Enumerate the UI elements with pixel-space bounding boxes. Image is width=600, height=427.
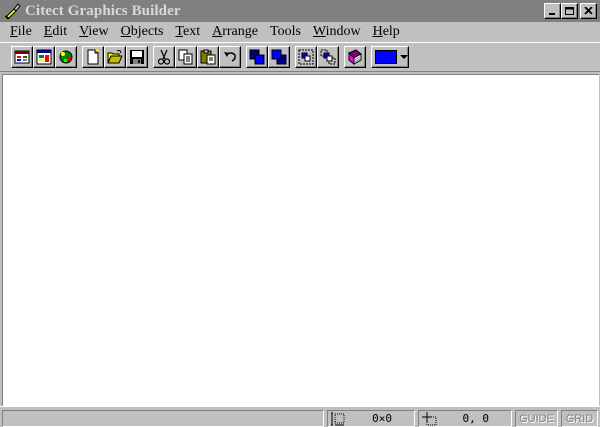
- ungroup-icon: [320, 49, 336, 65]
- maximize-button[interactable]: [561, 3, 578, 19]
- project-editor-icon: [14, 50, 30, 64]
- menu-file[interactable]: File: [4, 22, 38, 42]
- compile-icon: [59, 50, 73, 64]
- window-controls: [544, 3, 597, 19]
- status-position-panel: 0, 0: [418, 410, 512, 427]
- send-to-back-button[interactable]: [268, 46, 290, 68]
- send-to-back-icon: [271, 49, 287, 65]
- group-icon: [298, 49, 314, 65]
- menu-help[interactable]: Help: [367, 22, 406, 42]
- menu-text[interactable]: Text: [169, 22, 206, 42]
- app-window: Citect Graphics Builder File Edit View Obje…: [0, 0, 600, 427]
- size-icon: [331, 412, 345, 425]
- menu-tools[interactable]: Tools: [264, 22, 307, 42]
- toolbar: [0, 42, 600, 72]
- menu-window[interactable]: Window: [307, 22, 367, 42]
- menu-arrange[interactable]: Arrange: [206, 22, 264, 42]
- undo-button[interactable]: [219, 46, 241, 68]
- help-book-icon: [348, 49, 362, 65]
- minimize-button[interactable]: [544, 3, 561, 19]
- open-icon: [107, 49, 123, 64]
- bring-to-front-icon: [249, 49, 265, 65]
- app-icon[interactable]: [4, 2, 22, 20]
- ungroup-button[interactable]: [317, 46, 339, 68]
- help-book-button[interactable]: [344, 46, 366, 68]
- close-button[interactable]: [580, 3, 597, 19]
- status-bar: 0×0 0, 0 GUIDE GRID: [0, 406, 600, 427]
- page-editor-icon: [36, 49, 52, 65]
- new-button[interactable]: [82, 46, 104, 68]
- window-title: Citect Graphics Builder: [25, 2, 181, 19]
- status-message: [2, 410, 324, 427]
- status-size-panel: 0×0: [327, 410, 415, 427]
- undo-icon: [224, 52, 236, 62]
- guide-indicator[interactable]: GUIDE: [515, 410, 558, 427]
- fill-color-picker[interactable]: [371, 46, 409, 68]
- paste-button[interactable]: [197, 46, 219, 68]
- object-size: 0×0: [372, 412, 392, 425]
- title-bar[interactable]: Citect Graphics Builder: [0, 0, 600, 22]
- copy-button[interactable]: [175, 46, 197, 68]
- position-icon: [422, 411, 437, 425]
- menu-objects[interactable]: Objects: [115, 22, 170, 42]
- open-button[interactable]: [104, 46, 126, 68]
- cursor-position: 0, 0: [462, 412, 490, 425]
- save-icon: [130, 50, 144, 64]
- save-button[interactable]: [126, 46, 148, 68]
- project-editor-button[interactable]: [11, 46, 33, 68]
- menu-bar: File Edit View Objects Text Arrange Tools Windo…: [0, 22, 600, 42]
- menu-view[interactable]: View: [73, 22, 115, 42]
- drawing-canvas[interactable]: [2, 74, 599, 406]
- fill-color-swatch: [375, 50, 397, 64]
- paste-icon: [200, 49, 216, 65]
- cut-button[interactable]: [153, 46, 175, 68]
- bring-to-front-button[interactable]: [246, 46, 268, 68]
- copy-icon: [178, 49, 193, 65]
- grid-indicator[interactable]: GRID: [561, 410, 598, 427]
- page-editor-button[interactable]: [33, 46, 55, 68]
- cut-icon: [157, 49, 171, 65]
- compile-button[interactable]: [55, 46, 77, 68]
- menu-edit[interactable]: Edit: [38, 22, 73, 42]
- chevron-down-icon[interactable]: [400, 55, 408, 59]
- new-icon: [87, 49, 99, 65]
- group-button[interactable]: [295, 46, 317, 68]
